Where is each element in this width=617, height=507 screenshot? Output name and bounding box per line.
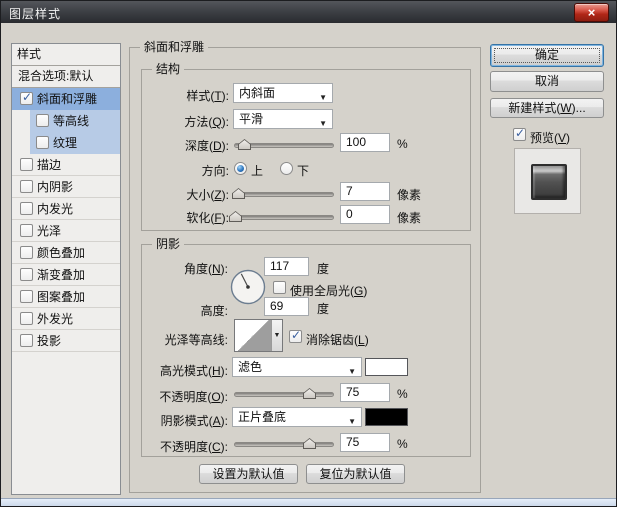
soften-unit: 像素 [397,211,422,225]
gloss-contour-thumbnail[interactable] [235,320,271,351]
structure-group-title: 结构 [152,63,185,76]
item-checkbox[interactable] [36,114,49,127]
check-icon: ✓ [22,90,33,104]
direction-down-label: 下 [297,164,310,178]
item-checkbox[interactable] [20,268,33,281]
altitude-input[interactable]: 69 [264,297,309,316]
highlight-mode-label: 高光模式(H): [159,364,228,378]
technique-select[interactable]: 平滑 ▼ [233,109,333,129]
depth-label: 深度(D): [184,139,229,153]
preview-box [514,148,581,214]
shadow-opacity-input[interactable]: 75 [340,433,390,452]
highlight-mode-value: 滤色 [238,360,263,374]
depth-input[interactable]: 100 [340,133,390,152]
angle-unit: 度 [317,262,330,276]
highlight-color-swatch[interactable] [365,358,408,376]
anti-alias-checkbox[interactable]: ✓ [289,328,302,343]
shadow-opacity-slider[interactable] [234,442,334,447]
item-checkbox[interactable]: ✓ [20,90,33,105]
soften-label: 软化(F): [186,211,229,225]
ok-button[interactable]: 确定 [490,44,604,67]
size-slider[interactable] [234,192,334,197]
shadow-color-swatch[interactable] [365,408,408,426]
dropdown-arrow-icon: ▼ [348,417,356,426]
preview-checkbox[interactable]: ✓ [513,126,526,141]
angle-dial[interactable] [229,268,267,306]
angle-label: 角度(N): [183,262,228,276]
size-input[interactable]: 7 [340,182,390,201]
style-label: 样式(T): [186,89,229,103]
reset-default-button[interactable]: 复位为默认值 [306,464,405,484]
sidebar-item-blending-options[interactable]: 混合选项:默认 [12,66,120,88]
direction-down-radio[interactable] [280,162,293,175]
sidebar-item-label: 光泽 [37,224,62,238]
size-label: 大小(Z): [186,188,229,202]
item-checkbox[interactable] [20,202,33,215]
style-select-value: 内斜面 [239,86,276,100]
check-icon: ✓ [515,126,526,140]
dropdown-arrow-icon: ▼ [319,119,327,128]
item-checkbox[interactable] [20,158,33,171]
item-checkbox[interactable] [20,180,33,193]
altitude-label: 高度: [200,304,228,318]
shadow-opacity-label: 不透明度(C): [159,440,228,454]
use-global-light-checkbox[interactable] [273,281,286,294]
altitude-unit: 度 [317,302,330,316]
item-checkbox[interactable] [20,334,33,347]
shading-group-title: 阴影 [152,238,185,251]
size-unit: 像素 [397,188,422,202]
new-style-button[interactable]: 新建样式(W)... [490,98,604,118]
direction-label: 方向: [201,164,229,178]
highlight-opacity-label: 不透明度(O): [159,390,228,404]
item-checkbox[interactable] [20,246,33,259]
anti-alias-label: 消除锯齿(L) [306,333,369,347]
gloss-contour-dropdown[interactable]: ▼ [271,320,282,351]
preview-label: 预览(V) [530,131,571,145]
highlight-opacity-unit: % [397,387,408,401]
styles-header: 样式 [12,44,120,66]
angle-input[interactable]: 117 [264,257,309,276]
direction-up-label: 上 [251,164,264,178]
direction-up-radio[interactable] [234,162,247,175]
item-checkbox[interactable] [36,136,49,149]
dropdown-arrow-icon: ▼ [319,93,327,102]
sidebar-item-label: 描边 [37,158,62,172]
preview-thumbnail [531,164,567,200]
item-checkbox[interactable] [20,312,33,325]
shadow-mode-label: 阴影模式(A): [160,414,228,428]
dropdown-arrow-icon: ▼ [273,332,281,339]
cancel-button[interactable]: 取消 [490,71,604,92]
item-checkbox[interactable] [20,224,33,237]
close-button[interactable]: × [574,3,609,22]
titlebar[interactable]: 图层样式 × [1,1,616,23]
highlight-opacity-input[interactable]: 75 [340,383,390,402]
gloss-contour-label: 光泽等高线: [164,333,228,347]
bevel-emboss-group-title: 斜面和浮雕 [140,41,209,54]
soften-input[interactable]: 0 [340,205,390,224]
layer-style-dialog: 图层样式 × 样式 混合选项:默认 ✓ 斜面和浮雕 等高线 纹理 描边 内阴影 内发光 光泽颜… [0,0,617,507]
shadow-mode-value: 正片叠底 [238,410,287,424]
item-checkbox[interactable] [20,290,33,303]
window-bottom-frame [1,498,616,506]
check-icon: ✓ [291,328,302,342]
shadow-mode-select[interactable]: 正片叠底 ▼ [232,407,362,427]
sidebar-item-label: 颜色叠加 [37,246,86,260]
technique-label: 方法(Q): [184,115,229,129]
close-icon: × [587,5,596,20]
technique-select-value: 平滑 [239,112,264,126]
dropdown-arrow-icon: ▼ [348,367,356,376]
window-title: 图层样式 [9,7,62,21]
shadow-opacity-unit: % [397,437,408,451]
style-select[interactable]: 内斜面 ▼ [233,83,333,103]
depth-unit: % [397,137,408,151]
set-default-button[interactable]: 设置为默认值 [199,464,298,484]
highlight-mode-select[interactable]: 滤色 ▼ [232,357,362,377]
gloss-contour-picker[interactable]: ▼ [234,319,283,352]
highlight-opacity-slider[interactable] [234,392,334,397]
soften-slider[interactable] [234,215,334,220]
